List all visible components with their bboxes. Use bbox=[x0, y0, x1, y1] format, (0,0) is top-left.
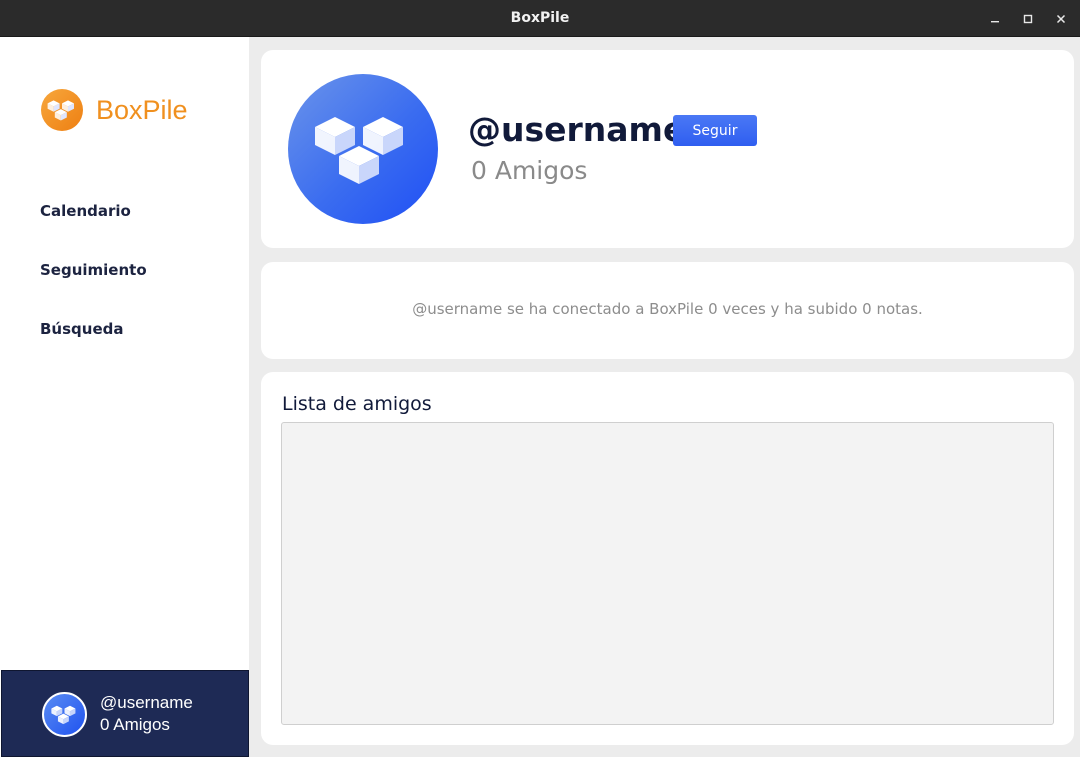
sidebar: BoxPile Calendario Seguimiento Búsqueda … bbox=[0, 37, 249, 757]
minimize-icon[interactable] bbox=[984, 8, 1006, 30]
brand-name: BoxPile bbox=[96, 94, 188, 125]
stats-panel: @username se ha conectado a BoxPile 0 ve… bbox=[261, 262, 1074, 359]
friends-panel: Lista de amigos bbox=[261, 372, 1074, 745]
close-icon[interactable] bbox=[1050, 8, 1072, 30]
profile-panel: @username Seguir 0 Amigos bbox=[261, 50, 1074, 248]
profile-username: @username bbox=[468, 110, 686, 149]
current-user-name: @username bbox=[100, 693, 193, 712]
nav-item-calendario[interactable]: Calendario bbox=[40, 202, 131, 220]
maximize-icon[interactable] bbox=[1017, 8, 1039, 30]
nav-item-busqueda[interactable]: Búsqueda bbox=[40, 320, 124, 338]
profile-friends-count: 0 Amigos bbox=[471, 156, 588, 185]
friends-list-title: Lista de amigos bbox=[282, 393, 432, 415]
profile-avatar bbox=[288, 74, 438, 224]
boxpile-logo-icon bbox=[41, 89, 83, 131]
avatar bbox=[42, 692, 87, 737]
boxes-icon bbox=[315, 117, 403, 184]
follow-button[interactable]: Seguir bbox=[673, 115, 757, 146]
boxes-icon bbox=[51, 705, 76, 725]
stats-text: @username se ha conectado a BoxPile 0 ve… bbox=[412, 300, 923, 318]
nav-item-seguimiento[interactable]: Seguimiento bbox=[40, 261, 147, 279]
brand-link[interactable]: BoxPile bbox=[40, 87, 188, 133]
window-title: BoxPile bbox=[510, 10, 570, 26]
current-user-card[interactable]: @username 0 Amigos bbox=[1, 670, 249, 757]
friends-list[interactable] bbox=[281, 422, 1054, 725]
current-user-friends: 0 Amigos bbox=[100, 715, 170, 734]
window-titlebar: BoxPile bbox=[0, 0, 1080, 37]
